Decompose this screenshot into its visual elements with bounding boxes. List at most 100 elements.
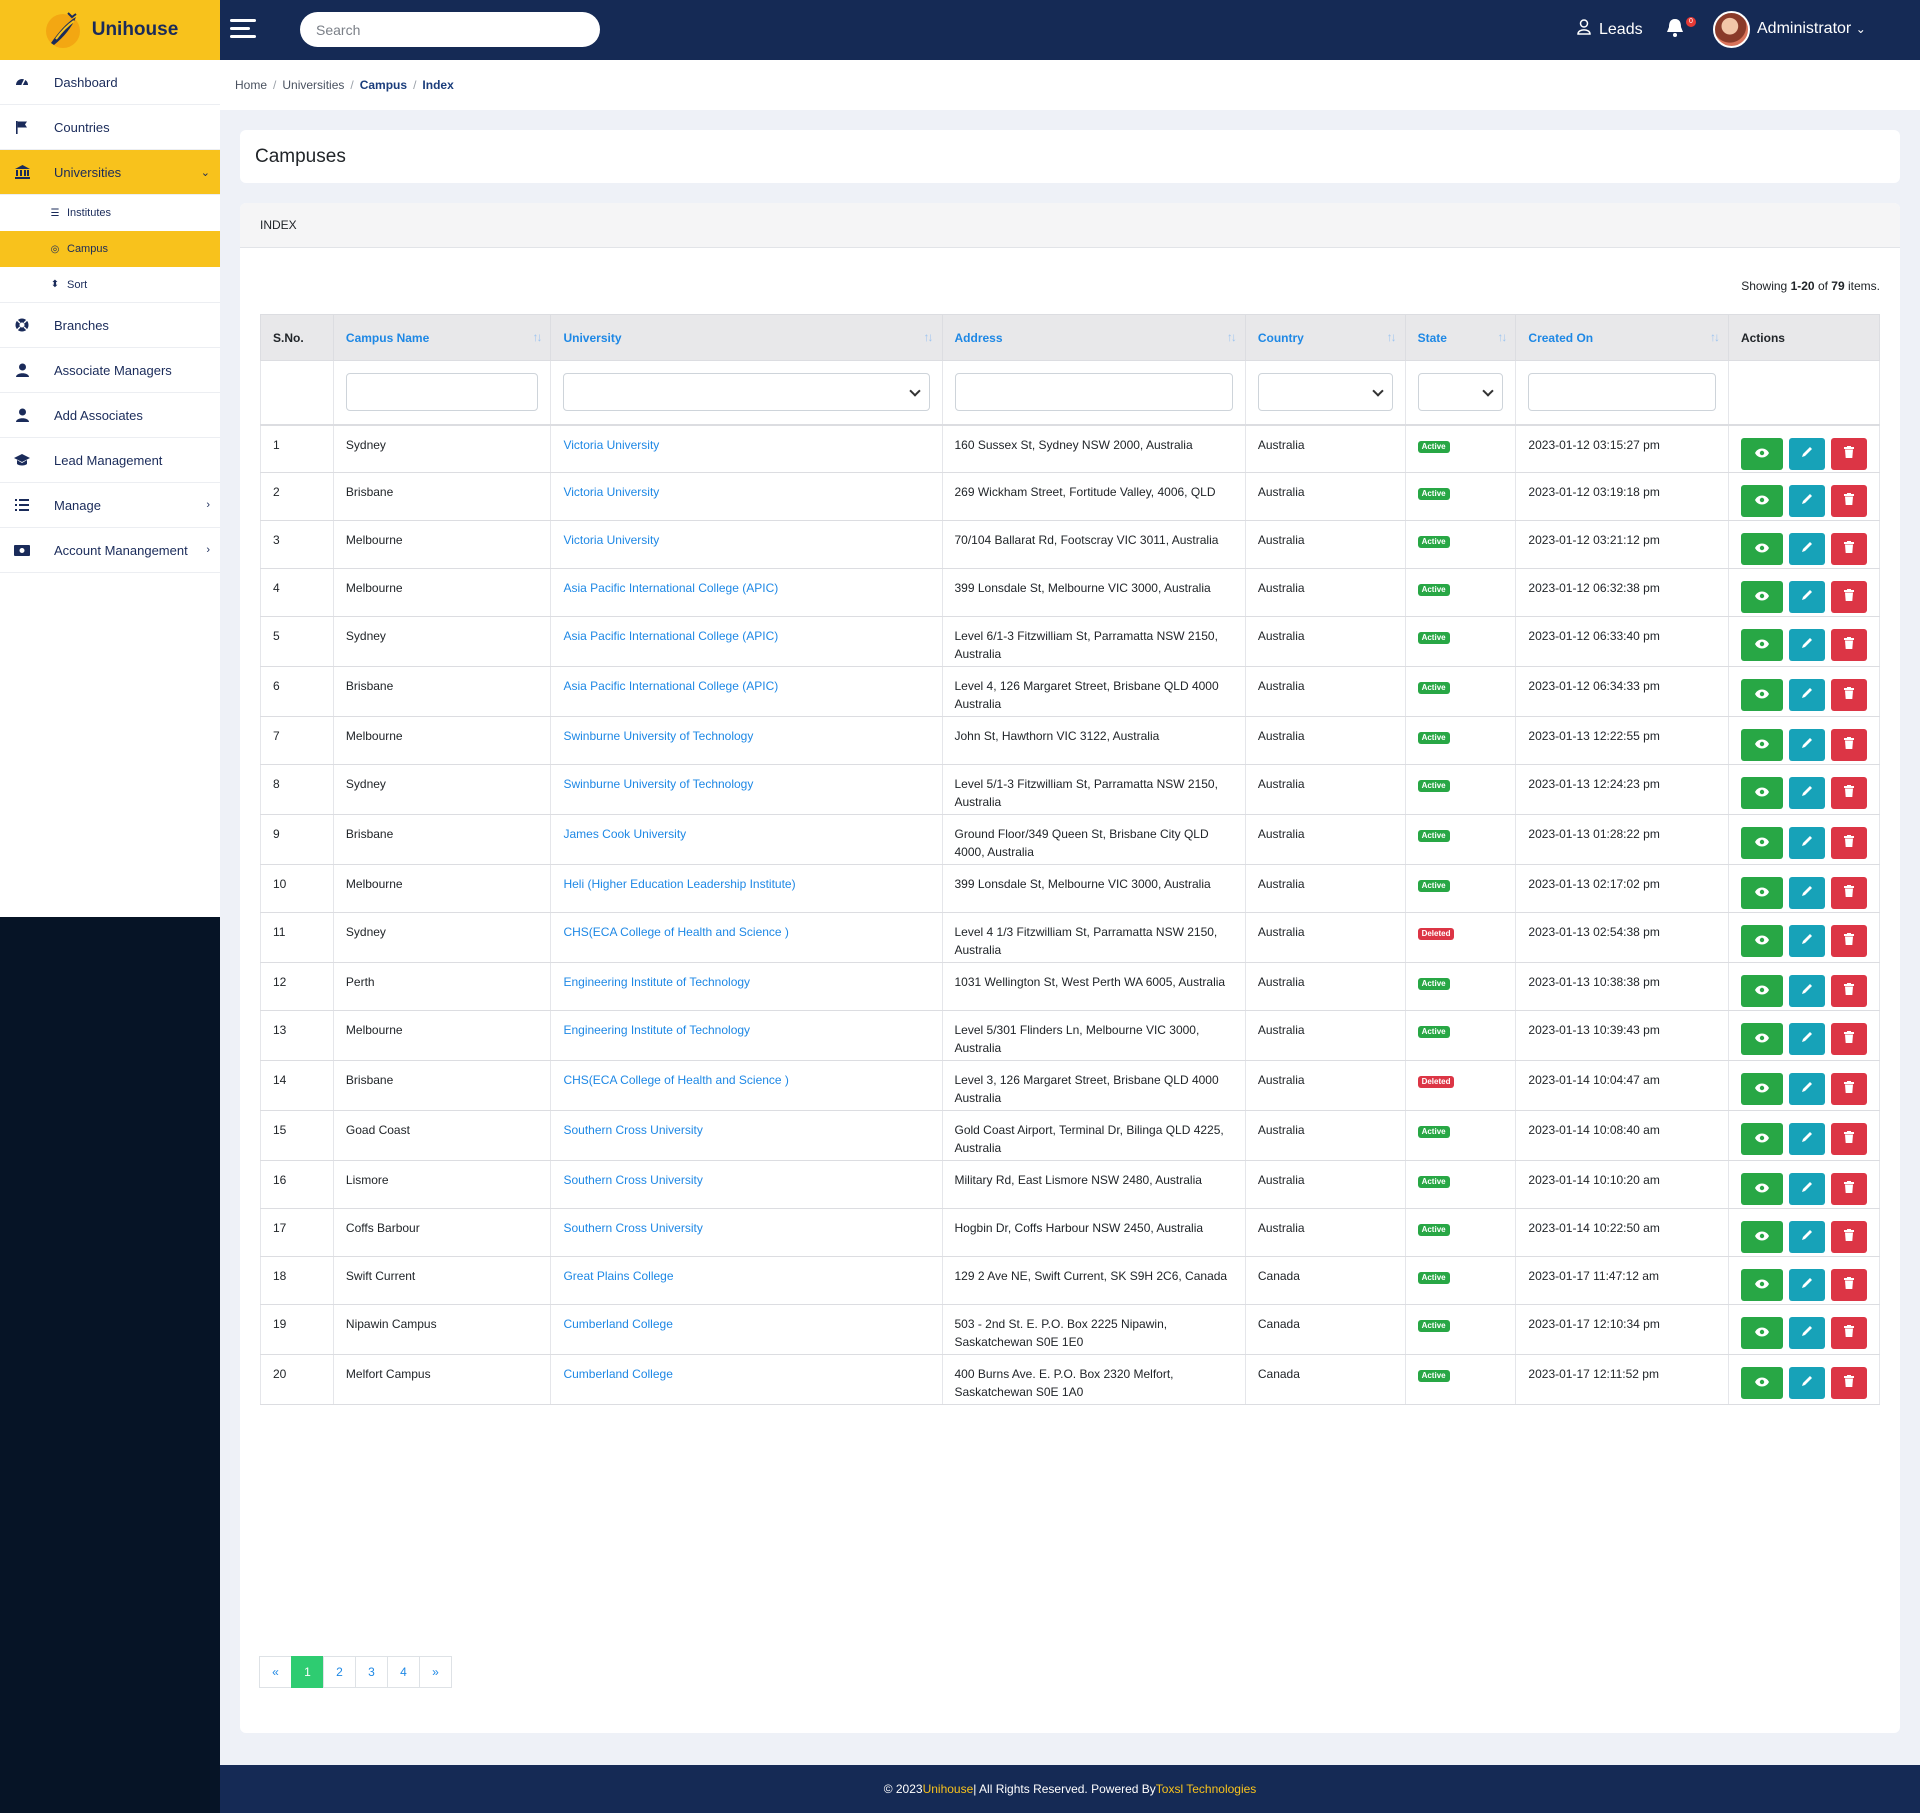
leads-link[interactable]: Leads [1577, 19, 1643, 40]
view-button[interactable] [1740, 925, 1783, 957]
edit-button[interactable] [1788, 1317, 1825, 1349]
view-button[interactable] [1740, 827, 1783, 859]
university-link[interactable]: Asia Pacific International College (APIC… [563, 679, 778, 693]
bell-icon[interactable] [1666, 18, 1684, 38]
view-button[interactable] [1740, 485, 1783, 517]
column-header-campus-name[interactable]: Campus Name ↑↓ [332, 314, 552, 361]
edit-button[interactable] [1788, 877, 1825, 909]
delete-button[interactable] [1830, 679, 1867, 711]
delete-button[interactable] [1830, 485, 1867, 517]
view-button[interactable] [1740, 629, 1783, 661]
delete-button[interactable] [1830, 827, 1867, 859]
sidebar-item-manage[interactable]: Manage › [0, 483, 220, 528]
edit-button[interactable] [1788, 437, 1825, 470]
delete-button[interactable] [1830, 1073, 1867, 1105]
edit-button[interactable] [1788, 1023, 1825, 1055]
view-button[interactable] [1740, 1073, 1783, 1105]
user-menu[interactable]: Administrator ⌄ [1757, 20, 1866, 38]
edit-button[interactable] [1788, 1073, 1825, 1105]
view-button[interactable] [1740, 1123, 1783, 1155]
edit-button[interactable] [1788, 925, 1825, 957]
breadcrumb-home[interactable]: Home [235, 78, 267, 92]
sidebar-item-add-associates[interactable]: Add Associates [0, 393, 220, 438]
edit-button[interactable] [1788, 581, 1825, 613]
sidebar-item-dashboard[interactable]: Dashboard [0, 60, 220, 105]
delete-button[interactable] [1830, 877, 1867, 909]
university-link[interactable]: Heli (Higher Education Leadership Instit… [563, 877, 795, 891]
delete-button[interactable] [1830, 1123, 1867, 1155]
pagination-item[interactable]: » [419, 1656, 452, 1688]
university-link[interactable]: Engineering Institute of Technology [563, 975, 750, 989]
view-button[interactable] [1740, 437, 1783, 470]
sidebar-subitem-campus[interactable]: ◎ Campus [0, 231, 220, 267]
delete-button[interactable] [1830, 975, 1867, 1007]
university-link[interactable]: Engineering Institute of Technology [563, 1023, 750, 1037]
sidebar-item-account-management[interactable]: Account Manangement › [0, 528, 220, 573]
university-link[interactable]: CHS(ECA College of Health and Science ) [563, 925, 788, 939]
edit-button[interactable] [1788, 1173, 1825, 1205]
university-link[interactable]: Victoria University [563, 533, 659, 547]
delete-button[interactable] [1830, 1317, 1867, 1349]
delete-button[interactable] [1830, 629, 1867, 661]
edit-button[interactable] [1788, 629, 1825, 661]
delete-button[interactable] [1830, 1221, 1867, 1253]
sidebar-item-lead-management[interactable]: Lead Management [0, 438, 220, 483]
view-button[interactable] [1740, 1367, 1783, 1399]
university-link[interactable]: Swinburne University of Technology [563, 777, 753, 791]
view-button[interactable] [1740, 1173, 1783, 1205]
view-button[interactable] [1740, 1221, 1783, 1253]
country-filter-select[interactable] [1257, 373, 1393, 412]
edit-button[interactable] [1788, 533, 1825, 565]
menu-toggle-icon[interactable] [230, 19, 256, 41]
avatar[interactable] [1713, 11, 1750, 48]
edit-button[interactable] [1788, 1123, 1825, 1155]
delete-button[interactable] [1830, 581, 1867, 613]
sidebar-item-countries[interactable]: Countries [0, 105, 220, 150]
edit-button[interactable] [1788, 777, 1825, 809]
pagination-item[interactable]: 4 [387, 1656, 420, 1688]
column-header-address[interactable]: Address ↑↓ [941, 314, 1246, 361]
view-button[interactable] [1740, 679, 1783, 711]
edit-button[interactable] [1788, 1269, 1825, 1301]
view-button[interactable] [1740, 1269, 1783, 1301]
delete-button[interactable] [1830, 1367, 1867, 1399]
pagination-item[interactable]: 2 [323, 1656, 356, 1688]
campus-name-filter-input[interactable] [345, 373, 539, 412]
university-link[interactable]: Asia Pacific International College (APIC… [563, 581, 778, 595]
view-button[interactable] [1740, 729, 1783, 761]
delete-button[interactable] [1830, 533, 1867, 565]
column-header-country[interactable]: Country ↑↓ [1244, 314, 1406, 361]
sidebar-item-universities[interactable]: Universities ⌄ [0, 150, 220, 195]
view-button[interactable] [1740, 1317, 1783, 1349]
view-button[interactable] [1740, 533, 1783, 565]
university-link[interactable]: Victoria University [563, 485, 659, 499]
sidebar-item-branches[interactable]: Branches [0, 303, 220, 348]
brand-logo[interactable]: Unihouse [0, 0, 220, 60]
edit-button[interactable] [1788, 827, 1825, 859]
delete-button[interactable] [1830, 729, 1867, 761]
edit-button[interactable] [1788, 729, 1825, 761]
footer-company-link[interactable]: Toxsl Technologies [1156, 1782, 1257, 1796]
pagination-item[interactable]: 3 [355, 1656, 388, 1688]
university-link[interactable]: Southern Cross University [563, 1221, 702, 1235]
university-link[interactable]: Swinburne University of Technology [563, 729, 753, 743]
university-link[interactable]: Victoria University [563, 438, 659, 452]
search-input[interactable] [300, 12, 600, 47]
university-link[interactable]: Cumberland College [563, 1317, 672, 1331]
delete-button[interactable] [1830, 1269, 1867, 1301]
university-filter-select[interactable] [563, 373, 930, 412]
view-button[interactable] [1740, 975, 1783, 1007]
university-link[interactable]: CHS(ECA College of Health and Science ) [563, 1073, 788, 1087]
breadcrumb-campus[interactable]: Campus [360, 78, 407, 92]
edit-button[interactable] [1788, 679, 1825, 711]
university-link[interactable]: Southern Cross University [563, 1173, 702, 1187]
column-header-university[interactable]: University ↑↓ [550, 314, 943, 361]
delete-button[interactable] [1830, 777, 1867, 809]
sidebar-subitem-sort[interactable]: ⬍ Sort [0, 267, 220, 303]
view-button[interactable] [1740, 1023, 1783, 1055]
university-link[interactable]: Great Plains College [563, 1269, 673, 1283]
university-link[interactable]: Cumberland College [563, 1367, 672, 1381]
sidebar-item-associate-managers[interactable]: Associate Managers [0, 348, 220, 393]
address-filter-input[interactable] [954, 373, 1233, 412]
breadcrumb-universities[interactable]: Universities [282, 78, 344, 92]
